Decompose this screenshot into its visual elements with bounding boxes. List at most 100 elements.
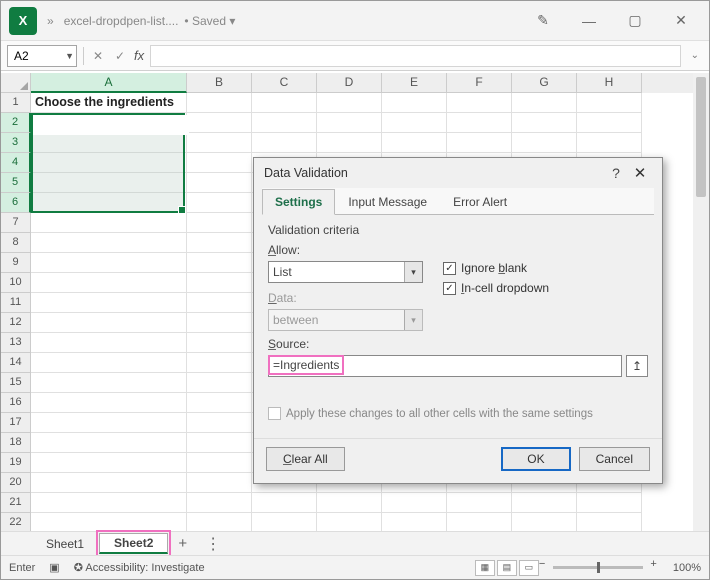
cell[interactable] [31, 233, 187, 253]
row-header-7[interactable]: 7 [1, 213, 31, 233]
cell[interactable] [31, 153, 187, 173]
cell[interactable] [187, 353, 252, 373]
cell[interactable] [187, 113, 252, 133]
row-header-11[interactable]: 11 [1, 293, 31, 313]
cell[interactable] [512, 493, 577, 513]
column-header-D[interactable]: D [317, 73, 382, 93]
cell[interactable] [317, 113, 382, 133]
zoom-level[interactable]: 100% [673, 562, 701, 574]
row-header-1[interactable]: 1 [1, 93, 31, 113]
column-header-A[interactable]: A [31, 73, 187, 93]
close-button[interactable]: ✕ [661, 7, 701, 35]
zoom-slider[interactable] [553, 566, 643, 569]
dialog-close-button[interactable]: ✕ [628, 164, 652, 182]
save-status[interactable]: • Saved ▾ [184, 14, 235, 28]
row-header-20[interactable]: 20 [1, 473, 31, 493]
cell[interactable] [252, 133, 317, 153]
macro-record-icon[interactable]: ▣ [49, 561, 59, 574]
pen-icon[interactable]: ✎ [523, 7, 563, 35]
row-header-13[interactable]: 13 [1, 333, 31, 353]
cell[interactable] [187, 93, 252, 113]
cell[interactable] [187, 473, 252, 493]
cell[interactable] [31, 133, 187, 153]
cell[interactable] [31, 213, 187, 233]
cell[interactable] [577, 133, 642, 153]
cell[interactable] [577, 93, 642, 113]
ok-button[interactable]: OK [501, 447, 570, 471]
fx-icon[interactable]: fx [134, 48, 144, 63]
cell[interactable] [447, 93, 512, 113]
cell[interactable] [252, 93, 317, 113]
cell[interactable] [317, 93, 382, 113]
help-button[interactable]: ? [604, 165, 628, 181]
accessibility-status[interactable]: ✪ Accessibility: Investigate [74, 561, 205, 574]
cell[interactable] [187, 373, 252, 393]
cancel-edit-icon[interactable]: ✕ [90, 49, 106, 63]
cell[interactable] [512, 93, 577, 113]
ignore-blank-checkbox[interactable]: ✓ Ignore blank [443, 261, 549, 275]
cell[interactable] [31, 113, 187, 133]
formula-input[interactable] [150, 45, 680, 67]
cell[interactable] [31, 473, 187, 493]
cell[interactable] [187, 213, 252, 233]
row-header-19[interactable]: 19 [1, 453, 31, 473]
accept-edit-icon[interactable]: ✓ [112, 49, 128, 63]
name-box[interactable]: A2 ▼ [7, 45, 77, 67]
vertical-scrollbar[interactable] [693, 73, 709, 531]
chevron-down-icon[interactable]: ▾ [404, 262, 422, 282]
row-header-17[interactable]: 17 [1, 413, 31, 433]
cell[interactable] [317, 493, 382, 513]
cell[interactable] [31, 273, 187, 293]
cell[interactable] [31, 513, 187, 533]
row-header-5[interactable]: 5 [1, 173, 31, 193]
cell[interactable] [577, 493, 642, 513]
cell[interactable] [187, 233, 252, 253]
row-header-4[interactable]: 4 [1, 153, 31, 173]
cell[interactable] [577, 513, 642, 533]
row-header-15[interactable]: 15 [1, 373, 31, 393]
expand-formula-icon[interactable]: ⌄ [687, 50, 703, 61]
cell[interactable] [382, 113, 447, 133]
cell[interactable] [187, 313, 252, 333]
cell[interactable] [31, 393, 187, 413]
cell[interactable] [512, 113, 577, 133]
cell[interactable] [187, 173, 252, 193]
cell[interactable] [317, 513, 382, 533]
cell[interactable] [447, 493, 512, 513]
column-header-E[interactable]: E [382, 73, 447, 93]
cell[interactable] [447, 513, 512, 533]
cell[interactable] [31, 353, 187, 373]
cell[interactable] [187, 273, 252, 293]
tab-settings[interactable]: Settings [262, 189, 335, 215]
select-all-corner[interactable] [1, 73, 31, 93]
cell[interactable] [187, 253, 252, 273]
column-header-F[interactable]: F [447, 73, 512, 93]
cell[interactable] [31, 373, 187, 393]
cell[interactable] [187, 513, 252, 533]
row-header-12[interactable]: 12 [1, 313, 31, 333]
sheet-menu-icon[interactable]: ⋮ [197, 534, 229, 554]
cell[interactable] [187, 493, 252, 513]
tab-input-message[interactable]: Input Message [335, 189, 440, 215]
cell[interactable] [187, 453, 252, 473]
add-sheet-button[interactable]: + [168, 535, 197, 552]
cell[interactable]: Choose the ingredients [31, 93, 187, 113]
cell[interactable] [31, 253, 187, 273]
row-header-8[interactable]: 8 [1, 233, 31, 253]
cell[interactable] [31, 173, 187, 193]
cell[interactable] [252, 113, 317, 133]
allow-select[interactable]: List ▾ [268, 261, 423, 283]
row-header-2[interactable]: 2 [1, 113, 31, 133]
cell[interactable] [187, 333, 252, 353]
row-header-21[interactable]: 21 [1, 493, 31, 513]
maximize-button[interactable]: ▢ [615, 7, 655, 35]
cell[interactable] [382, 493, 447, 513]
tab-error-alert[interactable]: Error Alert [440, 189, 520, 215]
chevron-right-icon[interactable]: » [43, 14, 58, 28]
sheet-tab-sheet1[interactable]: Sheet1 [31, 534, 99, 554]
row-header-14[interactable]: 14 [1, 353, 31, 373]
normal-view-button[interactable]: ▦ [475, 560, 495, 576]
cell[interactable] [512, 513, 577, 533]
chevron-down-icon[interactable]: ▼ [65, 51, 74, 61]
cell[interactable] [447, 113, 512, 133]
